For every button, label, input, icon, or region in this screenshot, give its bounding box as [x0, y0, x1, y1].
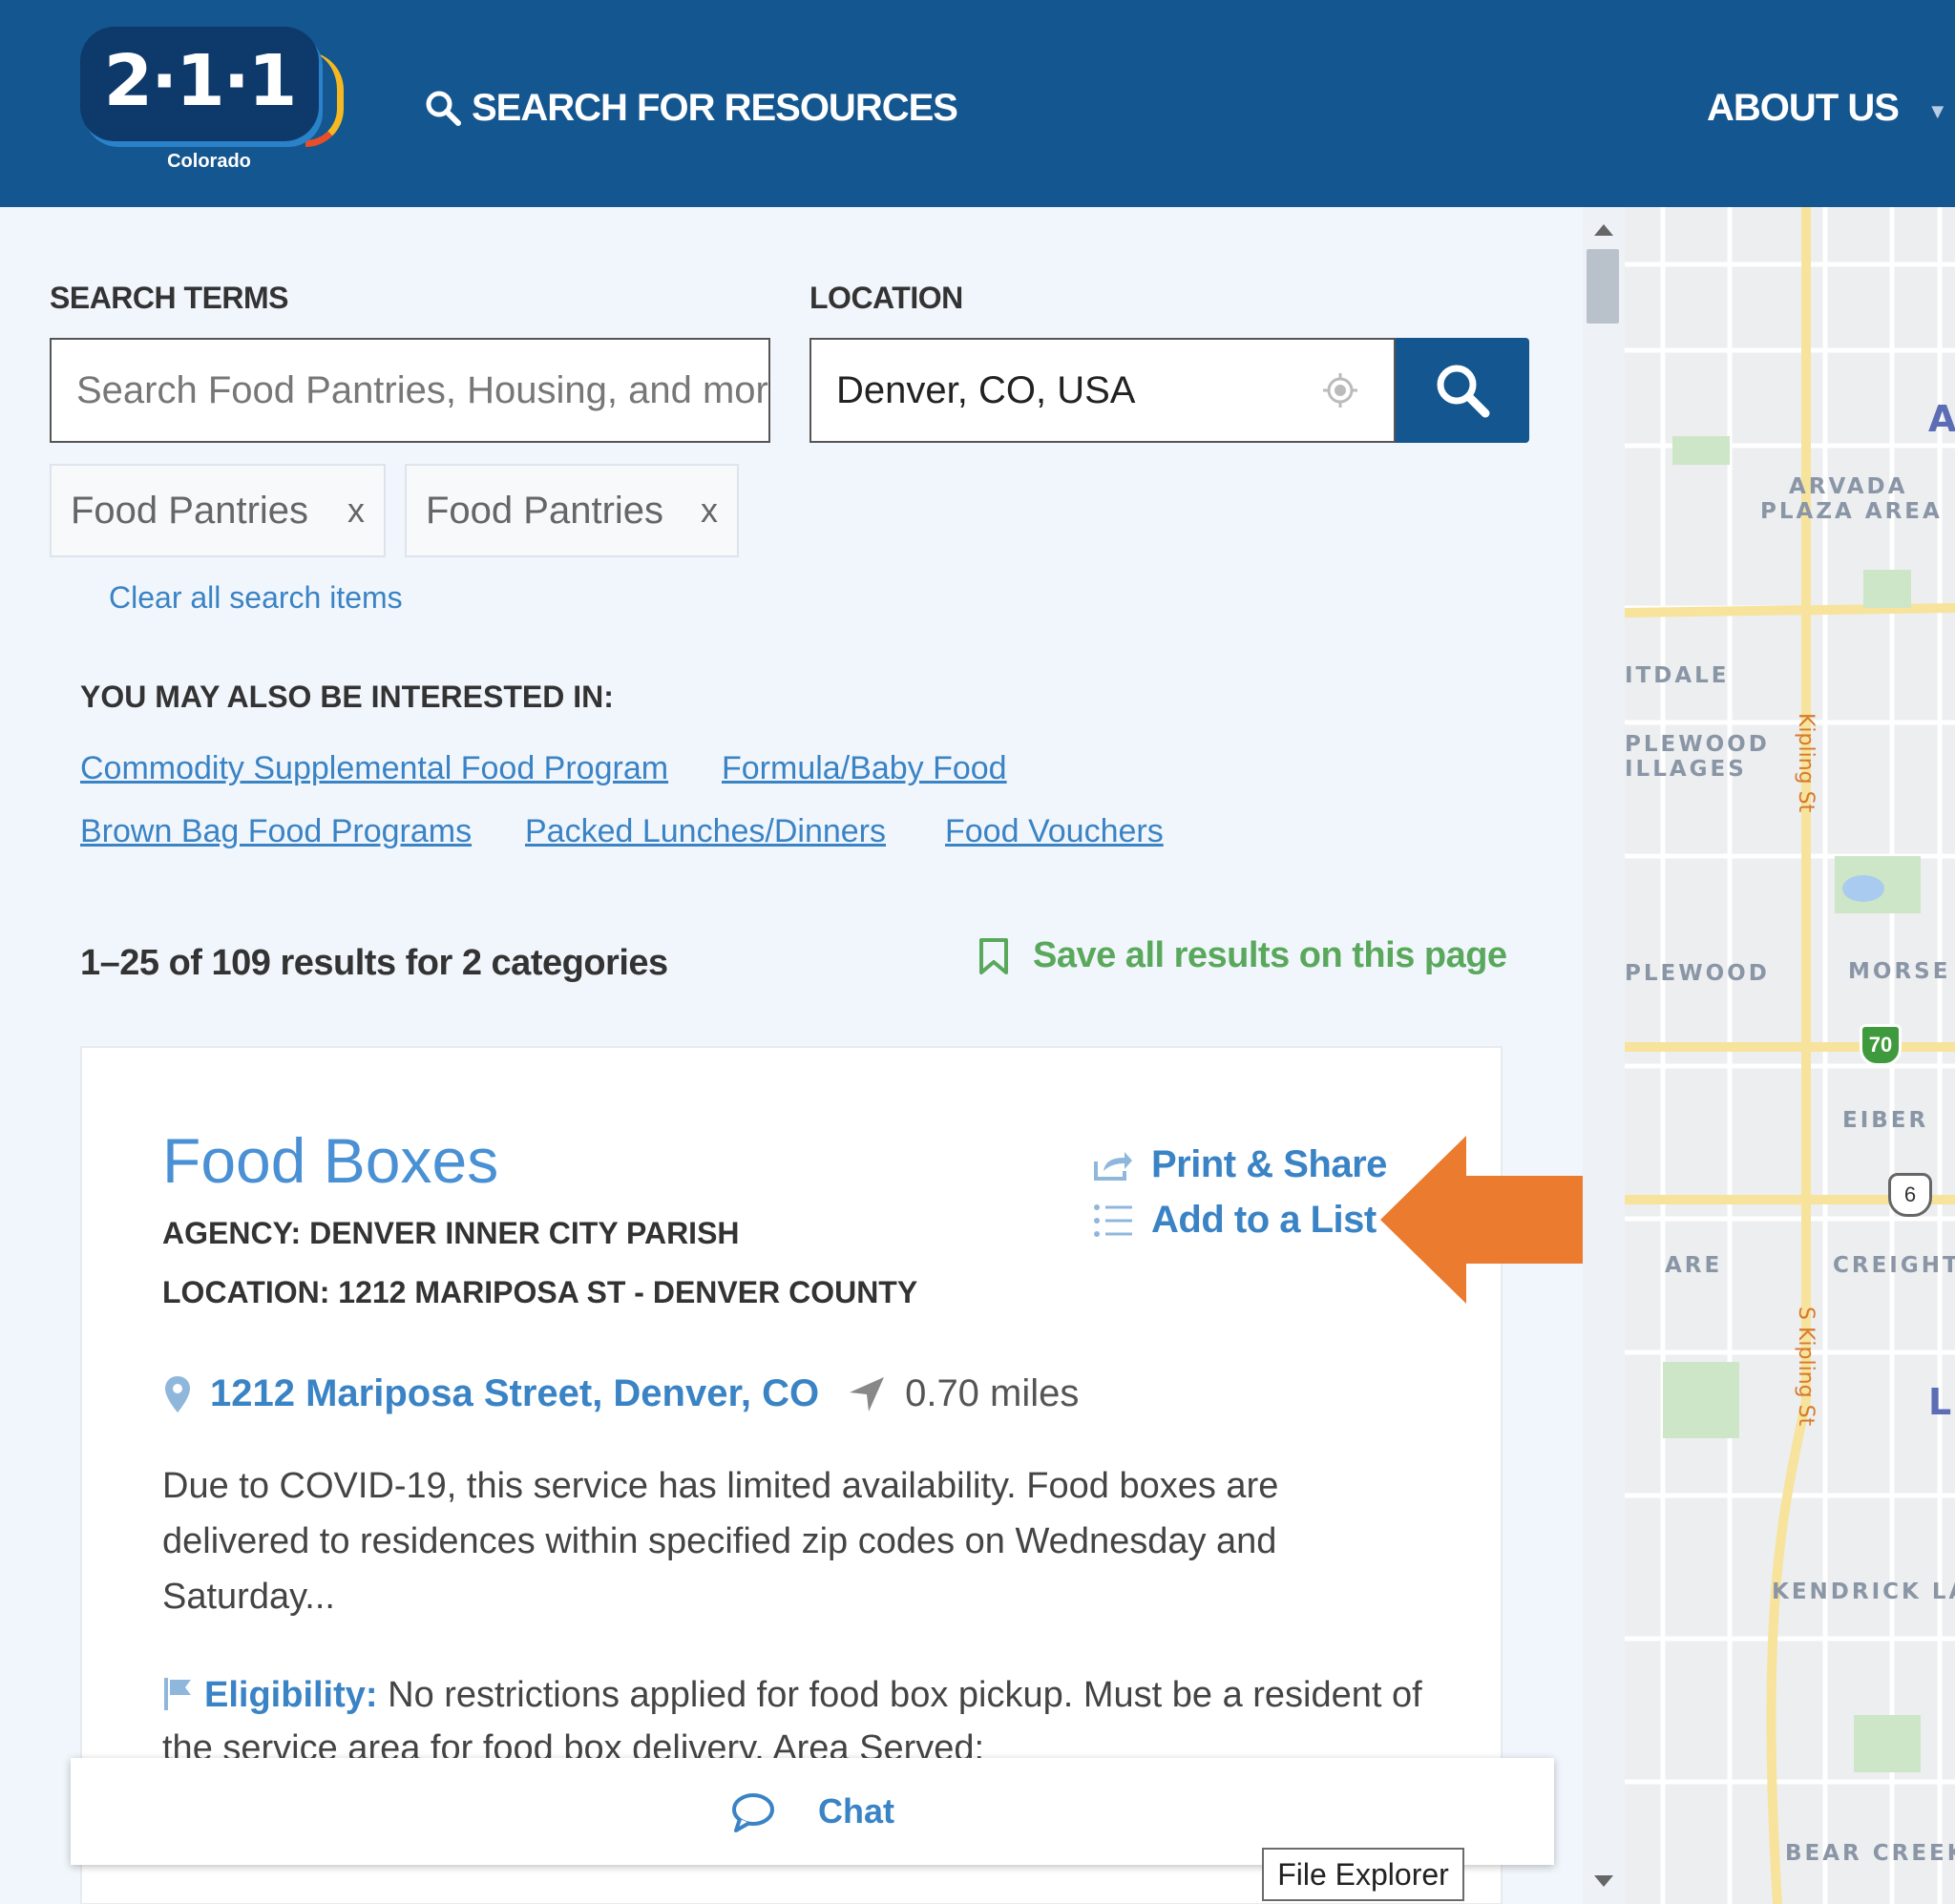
shield-number: 6: [1903, 1182, 1917, 1206]
flag-icon: [164, 1678, 191, 1710]
map-label: L: [1928, 1381, 1952, 1423]
map-label: ARVADA: [1789, 474, 1908, 499]
related-link[interactable]: Food Vouchers: [945, 813, 1164, 850]
address-row: 1212 Mariposa Street, Denver, CO 0.70 mi…: [162, 1372, 1079, 1415]
map-label: PLEWOOD: [1625, 961, 1770, 986]
scrollbar[interactable]: [1583, 207, 1625, 1904]
scrollbar-thumb[interactable]: [1587, 249, 1619, 324]
chip-remove-button[interactable]: x: [701, 491, 718, 531]
map-label: CREIGHT: [1833, 1253, 1955, 1278]
scroll-down-arrow-icon[interactable]: [1594, 1875, 1613, 1887]
us-route-shield-icon: 6: [1888, 1173, 1932, 1217]
print-share-button[interactable]: Print & Share: [1092, 1143, 1387, 1186]
map-label: ITDALE: [1625, 663, 1730, 688]
scroll-up-arrow-icon[interactable]: [1594, 224, 1613, 236]
map-label: ARE: [1665, 1253, 1723, 1278]
map-label: KENDRICK LA: [1772, 1580, 1955, 1604]
search-chip: Food Pantries x: [405, 464, 739, 557]
nav-about-us[interactable]: ABOUT US ▼: [1707, 84, 1948, 132]
add-to-list-label: Add to a List: [1151, 1199, 1377, 1241]
navigation-arrow-icon: [850, 1376, 885, 1412]
results-count: 1–25 of 109 results for 2 categories: [80, 943, 668, 983]
eligibility-row: Eligibility: No restrictions applied for…: [162, 1668, 1422, 1771]
bookmark-icon: [979, 937, 1008, 974]
eligibility-label: Eligibility:: [204, 1675, 378, 1715]
map-label: MORSE: [1848, 959, 1951, 984]
nav-about-label: ABOUT US: [1707, 86, 1900, 129]
street-label: S Kipling St: [1794, 1307, 1818, 1427]
chip-label: Food Pantries: [71, 489, 309, 532]
location-label: LOCATION: [809, 281, 963, 315]
list-icon: [1094, 1203, 1132, 1237]
chip-remove-button[interactable]: x: [347, 491, 365, 531]
add-to-list-button[interactable]: Add to a List: [1092, 1199, 1377, 1242]
map-label: EIBER: [1842, 1108, 1929, 1133]
site-header: 2·1·1 Colorado SEARCH FOR RESOURCES ABOU…: [0, 0, 1955, 207]
location-input[interactable]: Denver, CO, USA: [809, 338, 1396, 443]
save-all-label: Save all results on this page: [1033, 935, 1507, 975]
nav-search-for-resources[interactable]: SEARCH FOR RESOURCES: [424, 84, 958, 132]
related-heading: YOU MAY ALSO BE INTERESTED IN:: [80, 680, 614, 714]
search-icon: [1437, 365, 1490, 418]
chat-label: Chat: [818, 1791, 894, 1831]
logo-number: 2·1·1: [103, 40, 298, 122]
result-agency: AGENCY: DENVER INNER CITY PARISH: [162, 1216, 740, 1250]
search-icon: [426, 91, 461, 126]
locate-me-icon[interactable]: [1321, 371, 1359, 409]
result-title[interactable]: Food Boxes: [162, 1124, 498, 1197]
related-link[interactable]: Commodity Supplemental Food Program: [80, 750, 668, 787]
location-value: Denver, CO, USA: [836, 368, 1136, 411]
related-link[interactable]: Packed Lunches/Dinners: [525, 813, 886, 850]
shield-number: 70: [1868, 1033, 1893, 1057]
map-label: ILLAGES: [1625, 757, 1747, 782]
logo-211-colorado[interactable]: 2·1·1 Colorado: [80, 27, 347, 179]
address-link[interactable]: 1212 Mariposa Street, Denver, CO: [210, 1372, 819, 1415]
chip-label: Food Pantries: [426, 489, 664, 532]
results-map[interactable]: Ar ARVADA PLAZA AREA ITDALE PLEWOOD ILLA…: [1625, 207, 1955, 1904]
related-link[interactable]: Brown Bag Food Programs: [80, 813, 472, 850]
map-label: PLEWOOD: [1625, 732, 1770, 757]
search-chip: Food Pantries x: [50, 464, 386, 557]
search-terms-label: SEARCH TERMS: [50, 281, 289, 315]
logo-subtitle: Colorado: [167, 151, 251, 172]
interstate-shield-icon: 70: [1860, 1024, 1902, 1066]
print-share-label: Print & Share: [1151, 1143, 1387, 1185]
result-location: LOCATION: 1212 MARIPOSA ST - DENVER COUN…: [162, 1275, 918, 1309]
map-label: BEAR CREEK: [1785, 1841, 1955, 1866]
street-label: Kipling St: [1794, 713, 1818, 813]
map-roads: [1625, 207, 1955, 1904]
chevron-down-icon: ▼: [1926, 99, 1948, 123]
result-description: Due to COVID-19, this service has limite…: [162, 1466, 1279, 1617]
clear-all-search-link[interactable]: Clear all search items: [109, 580, 403, 616]
distance: 0.70 miles: [905, 1372, 1080, 1414]
share-icon: [1094, 1151, 1132, 1181]
nav-search-label: SEARCH FOR RESOURCES: [472, 86, 958, 129]
search-submit-button[interactable]: [1396, 338, 1529, 443]
save-all-results-button[interactable]: Save all results on this page: [978, 935, 1507, 976]
map-label: Ar: [1928, 398, 1955, 440]
chat-bubble-icon: [732, 1793, 774, 1832]
map-label: PLAZA AREA: [1760, 499, 1943, 524]
search-terms-input[interactable]: Search Food Pantries, Housing, and more: [50, 338, 770, 443]
file-explorer-tooltip: File Explorer: [1262, 1848, 1464, 1901]
map-pin-icon: [165, 1375, 190, 1412]
related-link[interactable]: Formula/Baby Food: [722, 750, 1007, 787]
